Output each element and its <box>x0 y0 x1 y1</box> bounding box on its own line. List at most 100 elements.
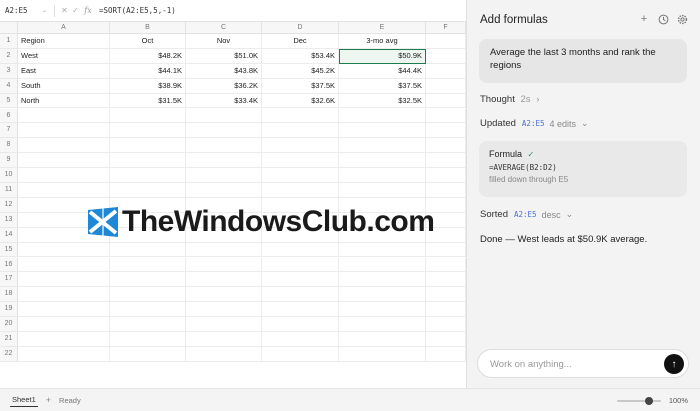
cell-b2[interactable]: $48.2K <box>110 48 186 64</box>
cell-c9[interactable] <box>186 153 262 169</box>
cell-e1[interactable]: 3-mo avg <box>339 34 426 49</box>
cell-f10[interactable] <box>426 168 466 183</box>
cell-a16[interactable] <box>18 257 110 273</box>
row-header-2[interactable]: 2 <box>0 48 18 64</box>
cell-f19[interactable] <box>426 302 466 318</box>
column-header-b[interactable]: B <box>110 22 186 34</box>
sorted-summary[interactable]: Sorted A2:E5 desc ⌄ <box>480 209 573 220</box>
cell-f3[interactable] <box>426 63 466 79</box>
cell-a22[interactable] <box>18 346 110 362</box>
cell-b11[interactable] <box>110 183 186 198</box>
cell-f20[interactable] <box>426 317 466 332</box>
row-header-7[interactable]: 7 <box>0 123 18 139</box>
row-header-10[interactable]: 10 <box>0 168 18 183</box>
cell-c5[interactable]: $33.4K <box>186 93 262 109</box>
cell-a19[interactable] <box>18 302 110 318</box>
cell-e5[interactable]: $32.5K <box>339 93 426 109</box>
cell-e15[interactable] <box>339 242 426 258</box>
cell-e18[interactable] <box>339 287 426 303</box>
cell-f1[interactable] <box>426 34 466 49</box>
row-header-13[interactable]: 13 <box>0 212 18 228</box>
cell-a1[interactable]: Region <box>18 34 110 49</box>
cell-d4[interactable]: $37.5K <box>262 78 339 94</box>
cell-f11[interactable] <box>426 183 466 198</box>
function-icon[interactable]: fx <box>81 6 95 15</box>
row-header-1[interactable]: 1 <box>0 34 18 49</box>
cell-c15[interactable] <box>186 242 262 258</box>
cell-b5[interactable]: $31.5K <box>110 93 186 109</box>
cell-d16[interactable] <box>262 257 339 273</box>
cell-d10[interactable] <box>262 168 339 183</box>
cell-a11[interactable] <box>18 183 110 198</box>
cell-c17[interactable] <box>186 272 262 288</box>
confirm-icon[interactable]: ✓ <box>70 6 81 15</box>
cell-e4[interactable]: $37.5K <box>339 78 426 94</box>
column-header-e[interactable]: E <box>339 22 426 34</box>
cell-f7[interactable] <box>426 123 466 139</box>
row-header-11[interactable]: 11 <box>0 183 18 198</box>
cell-b9[interactable] <box>110 153 186 169</box>
cell-e20[interactable] <box>339 317 426 332</box>
cell-c8[interactable] <box>186 138 262 154</box>
cell-e19[interactable] <box>339 302 426 318</box>
cell-b6[interactable] <box>110 108 186 124</box>
name-box[interactable]: A2:E5 <box>0 0 42 22</box>
cell-f17[interactable] <box>426 272 466 288</box>
cell-d9[interactable] <box>262 153 339 169</box>
cell-c22[interactable] <box>186 346 262 362</box>
cell-b18[interactable] <box>110 287 186 303</box>
row-header-16[interactable]: 16 <box>0 257 18 273</box>
cell-f6[interactable] <box>426 108 466 124</box>
cell-d7[interactable] <box>262 123 339 139</box>
send-button[interactable]: ↑ <box>664 354 684 374</box>
cell-a10[interactable] <box>18 168 110 183</box>
column-header-f[interactable]: F <box>426 22 466 34</box>
cell-c7[interactable] <box>186 123 262 139</box>
cell-c21[interactable] <box>186 332 262 347</box>
updated-summary[interactable]: Updated A2:E5 4 edits ⌄ <box>480 118 589 129</box>
column-header-d[interactable]: D <box>262 22 339 34</box>
add-icon[interactable]: + <box>638 13 650 25</box>
cell-c1[interactable]: Nov <box>186 34 262 49</box>
cell-c10[interactable] <box>186 168 262 183</box>
cell-e6[interactable] <box>339 108 426 124</box>
cell-a9[interactable] <box>18 153 110 169</box>
cell-e8[interactable] <box>339 138 426 154</box>
cell-b17[interactable] <box>110 272 186 288</box>
cell-a17[interactable] <box>18 272 110 288</box>
thought-toggle[interactable]: Thought 2s › <box>480 94 539 105</box>
cell-a4[interactable]: South <box>18 78 110 94</box>
column-header-c[interactable]: C <box>186 22 262 34</box>
cell-c4[interactable]: $36.2K <box>186 78 262 94</box>
cell-d18[interactable] <box>262 287 339 303</box>
cell-b20[interactable] <box>110 317 186 332</box>
cell-b3[interactable]: $44.1K <box>110 63 186 79</box>
cell-a2[interactable]: West <box>18 48 110 64</box>
prompt-input[interactable] <box>490 357 660 371</box>
cell-b19[interactable] <box>110 302 186 318</box>
cell-c11[interactable] <box>186 183 262 198</box>
cell-a8[interactable] <box>18 138 110 154</box>
cell-b1[interactable]: Oct <box>110 34 186 49</box>
row-header-5[interactable]: 5 <box>0 93 18 109</box>
row-header-22[interactable]: 22 <box>0 346 18 362</box>
cell-b4[interactable]: $38.9K <box>110 78 186 94</box>
cell-c16[interactable] <box>186 257 262 273</box>
cell-f22[interactable] <box>426 346 466 362</box>
cell-d22[interactable] <box>262 346 339 362</box>
row-header-15[interactable]: 15 <box>0 242 18 258</box>
cell-e17[interactable] <box>339 272 426 288</box>
cell-b7[interactable] <box>110 123 186 139</box>
cell-f2[interactable] <box>426 48 466 64</box>
cancel-icon[interactable]: ✕ <box>59 6 70 15</box>
cell-b21[interactable] <box>110 332 186 347</box>
cell-f5[interactable] <box>426 93 466 109</box>
row-header-9[interactable]: 9 <box>0 153 18 169</box>
cell-e11[interactable] <box>339 183 426 198</box>
cell-c20[interactable] <box>186 317 262 332</box>
cell-b15[interactable] <box>110 242 186 258</box>
cell-a5[interactable]: North <box>18 93 110 109</box>
cell-a15[interactable] <box>18 242 110 258</box>
cell-d17[interactable] <box>262 272 339 288</box>
cell-b8[interactable] <box>110 138 186 154</box>
